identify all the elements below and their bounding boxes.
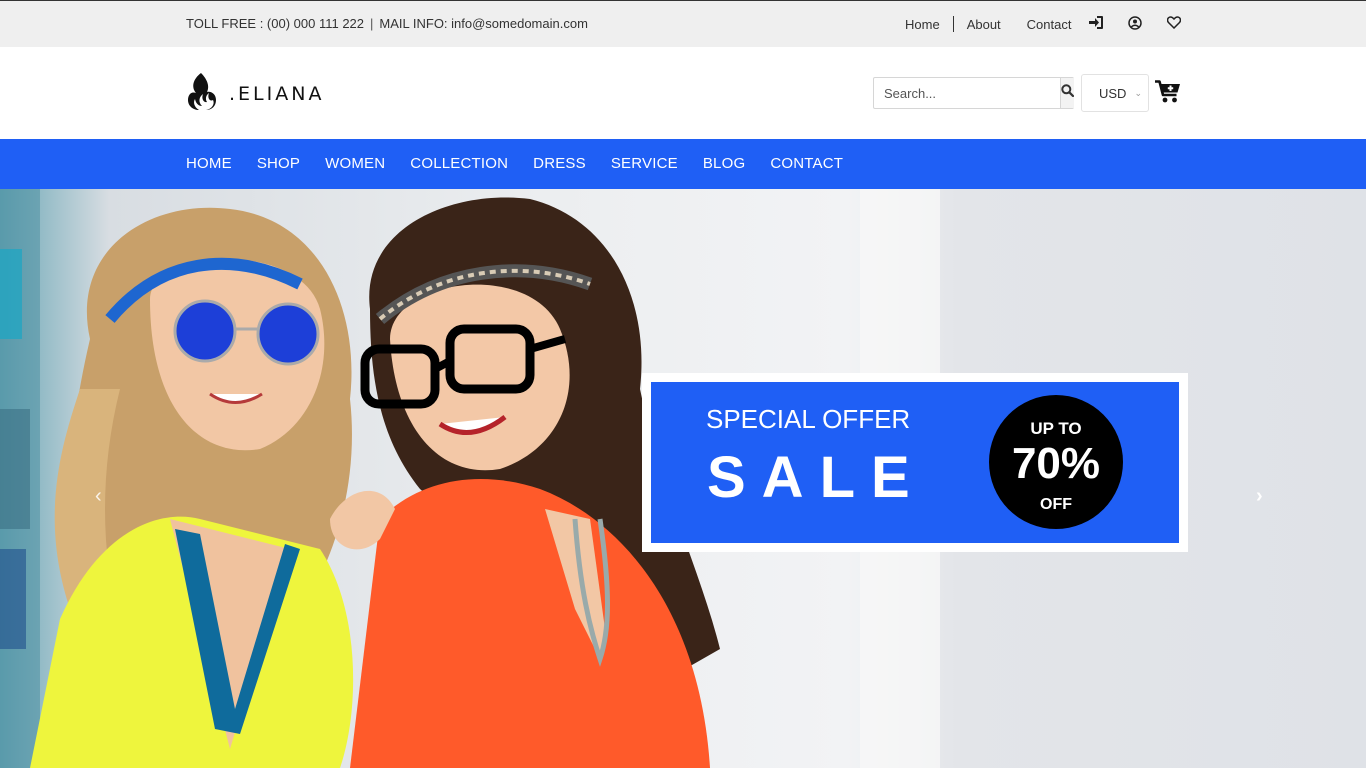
flame-logo-icon [185,71,217,116]
badge-bottom-text: OFF [1040,496,1072,513]
offer-title: SPECIAL OFFER [706,404,911,434]
sign-in-icon[interactable] [1088,15,1103,30]
nav-item-dress[interactable]: DRESS [533,155,586,172]
logo[interactable]: .ELIANA [185,71,324,116]
main-nav: HOME SHOP WOMEN COLLECTION DRESS SERVICE… [0,139,1366,189]
top-links: Home About Contact [905,16,1071,32]
discount-badge: UP TO 70% OFF [989,395,1123,529]
heart-icon[interactable] [1166,15,1181,30]
top-link-about[interactable]: About [967,17,1001,32]
search-button[interactable] [1060,78,1075,108]
nav-item-blog[interactable]: BLOG [703,155,745,172]
offer-panel: SPECIAL OFFER SALE UP TO 70% OFF [651,382,1179,543]
nav-item-women[interactable]: WOMEN [325,155,385,172]
offer-banner[interactable]: SPECIAL OFFER SALE UP TO 70% OFF [642,373,1188,552]
top-link-home[interactable]: Home [905,17,940,32]
slider-prev-arrow[interactable]: ‹ [95,485,102,508]
nav-item-contact[interactable]: CONTACT [770,155,843,172]
currency-select[interactable]: USD ⌄ [1081,74,1149,112]
site-header: .ELIANA USD ⌄ [0,47,1366,139]
search-input[interactable] [874,78,1060,108]
contact-info: TOLL FREE : (00) 000 111 222 | MAIL INFO: … [186,16,588,31]
search-icon [1061,84,1075,102]
slider-next-arrow[interactable]: › [1256,485,1263,508]
offer-sale-text: SALE [707,445,926,510]
nav-item-home[interactable]: HOME [186,155,232,172]
mail-info-text: MAIL INFO: info@somedomain.com [379,16,588,31]
cart-icon [1155,80,1181,108]
logo-text: .ELIANA [229,82,325,105]
badge-percent: 70% [1011,439,1101,488]
toll-free-text: TOLL FREE : (00) 000 111 222 [186,16,365,31]
nav-item-shop[interactable]: SHOP [257,155,300,172]
hero-slider: ‹ › SPECIAL OFFER SALE UP TO 70% OFF [0,189,1366,768]
top-link-contact[interactable]: Contact [1027,17,1072,32]
nav-item-collection[interactable]: COLLECTION [410,155,508,172]
chevron-down-icon: ⌄ [1134,87,1142,98]
nav-item-service[interactable]: SERVICE [611,155,678,172]
user-circle-icon[interactable] [1127,15,1142,30]
contact-separator: | [370,16,374,31]
top-icons [1088,15,1181,30]
top-bar: TOLL FREE : (00) 000 111 222 | MAIL INFO: … [0,0,1366,47]
cart-button[interactable] [1155,80,1181,109]
top-link-divider [952,16,954,32]
search-box [873,77,1075,109]
badge-top-text: UP TO [1030,419,1082,438]
currency-value: USD [1099,85,1127,101]
